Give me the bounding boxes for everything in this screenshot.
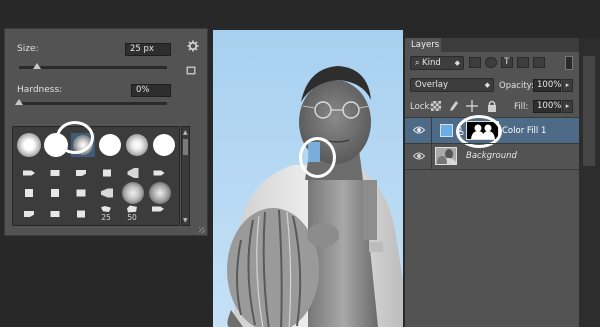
hardness-slider-track[interactable] (19, 102, 167, 105)
filter-pixel-icon[interactable] (469, 57, 481, 68)
filter-type-icon[interactable]: T (501, 57, 513, 68)
hardness-field[interactable]: 0% (131, 84, 171, 97)
scroll-down-icon[interactable]: ▼ (183, 217, 188, 224)
brush-tip-block[interactable] (44, 163, 66, 183)
resize-grip-icon[interactable] (199, 227, 205, 233)
hardness-label: Hardness: (17, 85, 63, 95)
size-slider-track[interactable] (19, 66, 167, 69)
chevron-down-icon: ◆ (454, 59, 460, 67)
eye-icon[interactable] (412, 125, 426, 135)
filter-kind-select[interactable]: ⌕ Kind ◆ (410, 56, 464, 70)
blend-mode-select[interactable]: Overlay ◆ (410, 78, 494, 92)
size-label: Size: (17, 44, 39, 54)
size-field[interactable]: 25 px (125, 43, 171, 56)
brush-tip-soft-round[interactable] (124, 132, 150, 158)
divider (431, 118, 432, 143)
brush-tip-size-label: 25 (101, 213, 111, 222)
panel-scrollbar[interactable] (579, 38, 600, 327)
opacity-label: Opacity: (499, 81, 534, 91)
brush-tip-arrow[interactable] (147, 199, 169, 219)
eye-icon[interactable] (412, 151, 426, 161)
fill-dropdown-icon[interactable]: ▸ (562, 100, 573, 113)
brush-grid-scrollbar[interactable]: ▲ ▼ (181, 126, 190, 226)
panel-tab-bar (441, 38, 579, 52)
divider (431, 144, 432, 169)
color-fill-thumbnail[interactable] (440, 124, 453, 137)
brush-tip-block[interactable] (70, 163, 92, 183)
layer-row-background[interactable]: Background (405, 144, 579, 169)
opacity-dropdown-icon[interactable]: ▸ (562, 79, 573, 92)
brush-tip-grid: 25 50 (12, 126, 180, 226)
brush-tip-arrow[interactable] (18, 163, 40, 183)
filter-shape-icon[interactable] (517, 57, 529, 68)
size-slider-thumb[interactable] (32, 63, 41, 69)
gear-icon[interactable] (187, 40, 199, 52)
brush-tip-soft-round[interactable] (16, 132, 42, 158)
lock-transparent-pixels-icon[interactable] (431, 101, 441, 111)
brush-tip-size-label: 50 (127, 213, 137, 222)
blend-mode-value: Overlay (415, 80, 449, 90)
highlight-ring (56, 121, 94, 154)
filter-toggle-switch[interactable] (565, 56, 573, 70)
lock-label: Lock: (410, 102, 433, 112)
brush-tip-block[interactable] (44, 183, 66, 203)
brush-tip-block[interactable] (44, 204, 66, 224)
chevron-down-icon: ◆ (484, 81, 490, 89)
scrollbar-thumb[interactable] (583, 56, 595, 166)
brush-tip-block[interactable] (70, 204, 92, 224)
scroll-up-icon[interactable]: ▲ (183, 129, 188, 136)
scrollbar-thumb[interactable] (183, 139, 188, 155)
brush-tip-block[interactable] (70, 183, 92, 203)
canvas-photo[interactable] (213, 30, 403, 327)
lock-all-icon[interactable] (487, 100, 497, 112)
hardness-slider-thumb[interactable] (15, 99, 23, 105)
brush-tip-block[interactable] (18, 183, 40, 203)
fill-label: Fill: (514, 102, 529, 112)
filter-adjustment-icon[interactable] (485, 57, 497, 68)
highlight-ring (299, 137, 336, 178)
opacity-field[interactable]: 100% (533, 79, 561, 92)
lock-position-icon[interactable] (466, 100, 478, 112)
new-preset-icon[interactable] (186, 66, 196, 75)
brush-tip-hard-round[interactable] (151, 132, 177, 158)
lock-image-pixels-icon[interactable] (448, 100, 458, 112)
filter-kind-value: Kind (422, 58, 441, 68)
brush-tip-block[interactable] (18, 204, 40, 224)
layer-name[interactable]: Background (466, 151, 517, 161)
background-thumbnail[interactable] (435, 147, 457, 165)
fill-field[interactable]: 100% (533, 100, 561, 113)
divider (405, 169, 579, 170)
tab-layers[interactable]: Layers (405, 38, 441, 52)
brush-tip-block[interactable] (96, 163, 118, 183)
search-icon: ⌕ (415, 58, 423, 67)
filter-smart-object-icon[interactable] (533, 57, 545, 68)
layer-name[interactable]: Color Fill 1 (502, 126, 546, 136)
brush-tip-hard-round[interactable] (97, 132, 123, 158)
brush-preset-panel: Size: 25 px Hardness: 0% 25 50 ▲ ▼ (4, 28, 208, 236)
